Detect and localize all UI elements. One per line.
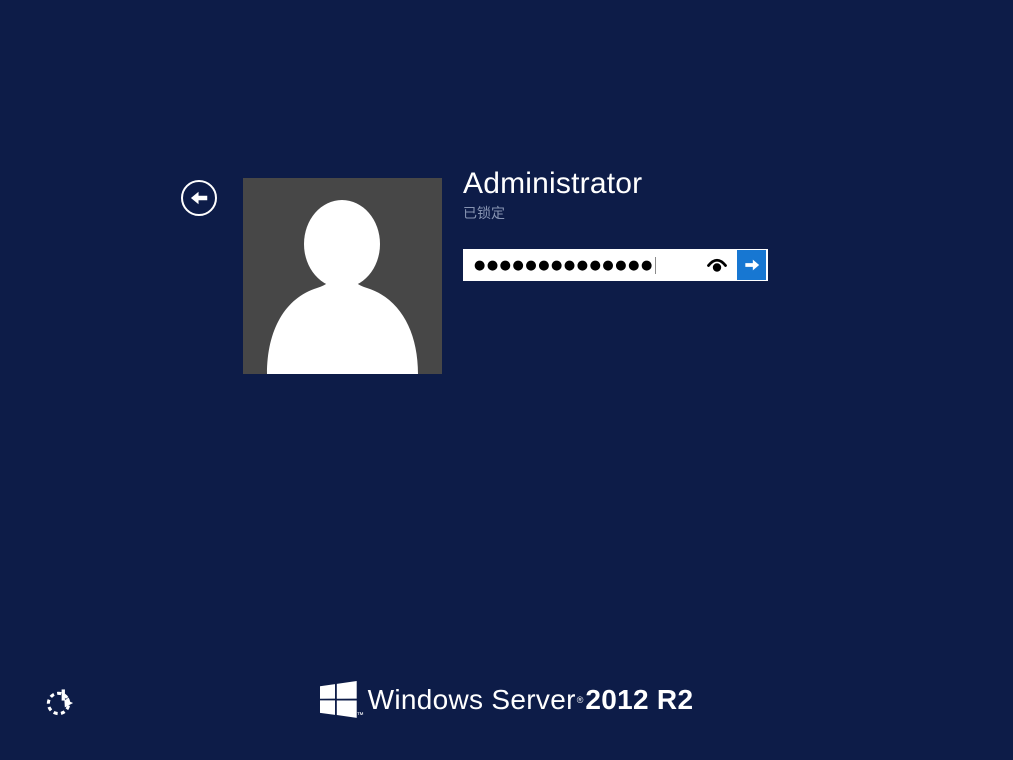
back-button[interactable] <box>181 180 217 216</box>
password-reveal-eye-icon <box>707 258 727 273</box>
user-avatar <box>243 178 442 374</box>
password-masked-value: ●●●●●●●●●●●●●● <box>474 256 656 274</box>
arrow-right-icon <box>742 255 762 275</box>
text-caret <box>654 256 656 274</box>
arrow-left-icon <box>188 187 210 209</box>
windows-flag-icon: ™ <box>319 681 364 719</box>
lock-status-label: 已锁定 <box>463 205 505 221</box>
product-name: Windows Server <box>367 683 576 715</box>
product-edition: 2012 R2 <box>585 683 694 715</box>
submit-password-button[interactable] <box>737 250 766 280</box>
password-reveal-button[interactable] <box>704 249 730 281</box>
windows-server-logo: ™ Windows Server ® 2012 R2 <box>0 681 1013 719</box>
username-label: Administrator <box>463 167 643 200</box>
flag-trademark: ™ <box>356 712 364 719</box>
person-silhouette-icon <box>243 178 442 374</box>
password-input[interactable]: ●●●●●●●●●●●●●● <box>463 249 768 281</box>
registered-mark: ® <box>576 694 584 705</box>
